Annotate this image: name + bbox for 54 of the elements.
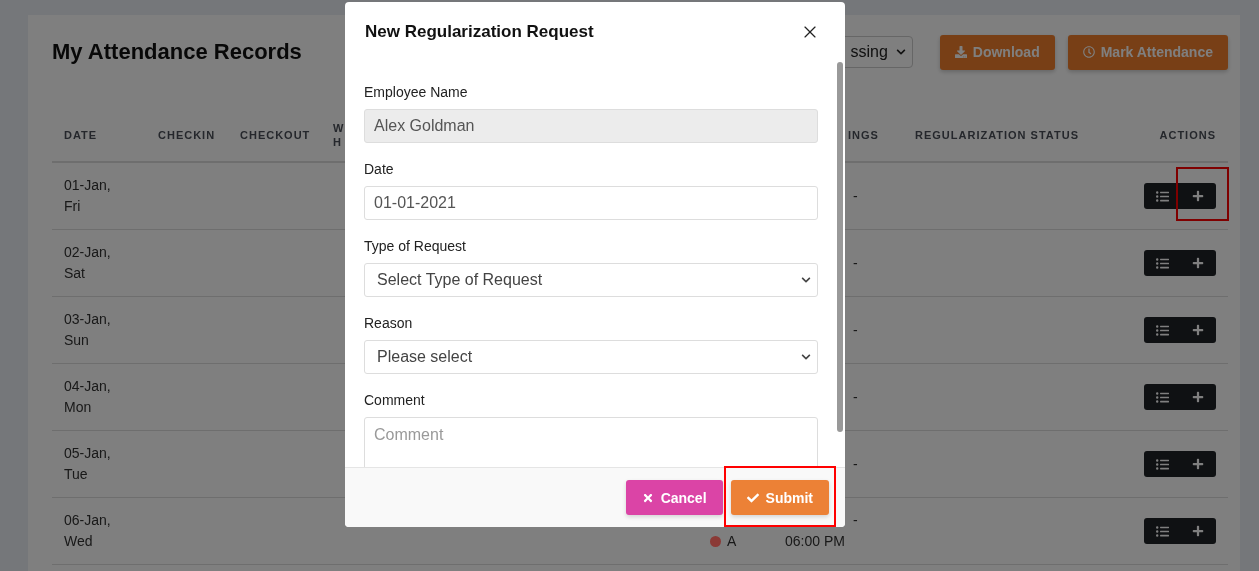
page-title: My Attendance Records (52, 39, 303, 65)
list-icon (1155, 256, 1169, 270)
field-label: Employee Name (364, 84, 469, 101)
field-label: Comment (364, 392, 426, 409)
field-label: Date (364, 161, 395, 178)
timing-text: - (852, 186, 858, 206)
select-field[interactable]: Select Type of Request (364, 263, 818, 297)
date-cell-text: 05-Jan, Tue (64, 444, 112, 484)
download-icon (954, 46, 967, 58)
chevron-down-icon (801, 352, 811, 362)
date-cell-text: 04-Jan, Mon (64, 377, 112, 417)
scrollbar[interactable] (837, 62, 843, 432)
field-label: Reason (364, 315, 414, 332)
date-cell-text: 02-Jan, Sat (64, 243, 112, 283)
column-header: ACTIONS (1159, 127, 1216, 142)
column-header: CHECKOUT (240, 127, 311, 142)
column-header: DATE (64, 127, 98, 142)
cancel-button[interactable]: Cancel (625, 480, 723, 515)
comment-field[interactable]: Comment (364, 417, 818, 467)
list-icon (1155, 390, 1169, 404)
column-header: W H (333, 120, 345, 149)
chevron-down-icon (895, 47, 906, 57)
select-field[interactable]: Please select (364, 340, 818, 374)
plus-icon (1192, 190, 1204, 202)
date-cell-text: 03-Jan, Sun (64, 310, 112, 350)
timing-text: - (852, 454, 858, 474)
column-header: CHECKIN (158, 127, 216, 142)
timing-text: - (852, 387, 858, 407)
timing-text: 06:00 PM (785, 532, 845, 551)
times-icon (641, 491, 654, 504)
list-icon (1155, 323, 1169, 337)
column-header: INGS (847, 127, 879, 142)
timing-text: - (852, 253, 858, 273)
plus-icon (1192, 458, 1204, 470)
date-cell-text: 01-Jan, Fri (64, 176, 112, 216)
column-header: REGULARIZATION STATUS (915, 127, 1079, 142)
list-icon (1155, 189, 1169, 203)
plus-icon (1192, 525, 1204, 537)
plus-icon (1192, 257, 1204, 269)
modal-title: New Regularization Request (365, 22, 594, 42)
submit-button[interactable]: Submit (730, 480, 829, 515)
clock-icon (1082, 46, 1095, 58)
plus-icon (1192, 391, 1204, 403)
timing-text: - (852, 511, 858, 530)
chevron-down-icon (801, 275, 811, 285)
list-icon (1155, 457, 1169, 471)
plus-icon (1192, 324, 1204, 336)
attendance-status: A (727, 531, 737, 551)
timing-text: - (852, 320, 858, 340)
list-icon (1155, 524, 1169, 538)
field-label: Type of Request (364, 238, 467, 255)
date-cell-text: 06-Jan, Wed (64, 511, 112, 551)
text-field[interactable]: 01-01-2021 (364, 186, 818, 220)
check-icon (746, 491, 759, 504)
